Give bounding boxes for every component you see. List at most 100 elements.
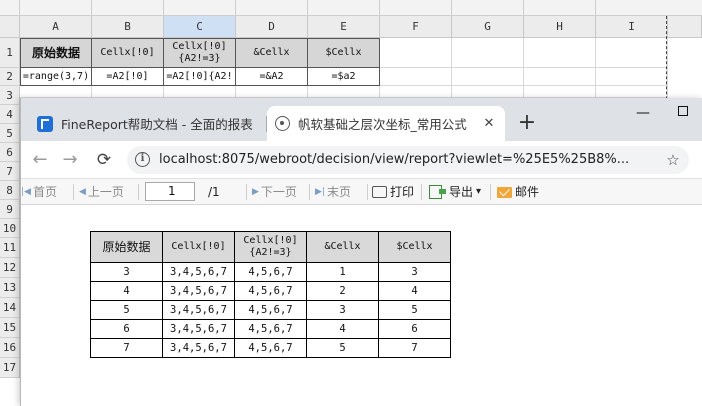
next-page-icon: ▶ — [252, 187, 259, 197]
row-header[interactable]: 16 — [0, 338, 20, 358]
prev-page-icon: ◀ — [79, 187, 86, 197]
finereport-icon — [37, 115, 53, 132]
cell-d2[interactable]: =&A2 — [236, 68, 308, 86]
tab-title: FineReport帮助文档 - 全面的报表 — [61, 117, 253, 132]
column-header-partial[interactable] — [668, 16, 702, 38]
column-header[interactable]: A — [20, 16, 92, 38]
column-header[interactable]: G — [452, 16, 524, 38]
email-button[interactable]: 邮件 — [497, 182, 539, 202]
grid-cell[interactable] — [380, 68, 452, 86]
prev-page-button[interactable]: ◀ 上一页 — [79, 182, 124, 202]
grid-cell[interactable] — [452, 38, 524, 68]
bookmark-star-icon[interactable]: ☆ — [663, 150, 683, 170]
maximize-button[interactable] — [663, 98, 702, 128]
forward-arrow-icon[interactable]: → — [59, 149, 81, 171]
table-cell: 3,4,5,6,7 — [162, 262, 235, 282]
mail-icon — [497, 186, 512, 198]
grid-cell[interactable] — [596, 38, 668, 68]
row-header[interactable]: 7 — [0, 162, 20, 181]
report-viewport: 原始数据 Cellx[!0] Cellx[!0] {A2!=3} &Cellx … — [21, 205, 702, 406]
row-header[interactable]: 12 — [0, 258, 20, 278]
print-label: 打印 — [390, 185, 415, 199]
table-row: 4 3,4,5,6,7 4,5,6,7 2 4 — [90, 281, 451, 301]
table-cell: 4,5,6,7 — [234, 338, 307, 358]
row-header[interactable]: 13 — [0, 278, 20, 298]
table-row: 3 3,4,5,6,7 4,5,6,7 1 3 — [90, 262, 451, 282]
site-info-icon[interactable]: i — [135, 152, 150, 167]
address-bar[interactable]: i localhost:8075/webroot/decision/view/r… — [127, 146, 689, 174]
row-header[interactable]: 11 — [0, 238, 20, 258]
grid-cell[interactable] — [524, 68, 596, 86]
table-cell: 5 — [306, 338, 379, 358]
header-cellx-index: &Cellx — [306, 231, 379, 263]
sheet-corner[interactable] — [0, 16, 20, 38]
row-header[interactable]: 9 — [0, 200, 20, 219]
export-label: 导出 — [449, 185, 474, 199]
table-cell: 3,4,5,6,7 — [162, 281, 235, 301]
grid-cell[interactable] — [236, 86, 308, 98]
cell-e2[interactable]: =$a2 — [308, 68, 380, 86]
first-page-button[interactable]: |◀ 首页 — [21, 182, 57, 202]
cell-b2[interactable]: =A2[!0] — [92, 68, 164, 86]
grid-cell[interactable] — [524, 86, 596, 98]
cell-e1[interactable]: $Cellx — [308, 38, 380, 68]
address-url[interactable]: localhost:8075/webroot/decision/view/rep… — [159, 146, 649, 174]
column-header[interactable]: E — [308, 16, 380, 38]
table-cell: 6 — [90, 319, 163, 339]
total-pages: /1 — [208, 185, 220, 199]
grid-cell[interactable] — [308, 86, 380, 98]
cell-c1[interactable]: Cellx[!0]{A2!=3} — [164, 38, 236, 68]
row-header[interactable]: 4 — [0, 105, 20, 124]
grid-cell[interactable] — [380, 86, 452, 98]
row-header[interactable]: 14 — [0, 298, 20, 318]
row-header[interactable]: 1 — [0, 38, 20, 68]
maximize-icon — [678, 106, 688, 116]
cell-c2[interactable]: =A2[!0]{A2! — [164, 68, 236, 86]
row-header[interactable]: 3 — [0, 86, 20, 105]
grid-cell[interactable] — [452, 68, 524, 86]
grid-cell[interactable] — [164, 86, 236, 98]
first-page-label: 首页 — [32, 185, 57, 199]
back-arrow-icon[interactable]: ← — [29, 149, 51, 171]
cell-a1[interactable]: 原始数据 — [20, 38, 92, 68]
row-header[interactable]: 6 — [0, 143, 20, 162]
grid-cell[interactable] — [524, 38, 596, 68]
printer-icon — [372, 186, 387, 198]
print-button[interactable]: 打印 — [372, 182, 414, 202]
row-header[interactable]: 15 — [0, 318, 20, 338]
toolbar-separator — [490, 184, 491, 200]
tab-report-active[interactable]: 帆软基础之层次坐标_常用公式 ✕ — [267, 106, 505, 141]
prev-page-label: 上一页 — [87, 185, 124, 199]
column-header-selected[interactable]: C — [164, 16, 236, 38]
next-page-button[interactable]: ▶ 下一页 — [252, 182, 297, 202]
close-tab-icon[interactable]: ✕ — [481, 116, 497, 131]
toolbar-separator — [246, 184, 247, 200]
grid-cell[interactable] — [452, 86, 524, 98]
page-number-input[interactable]: 1 — [145, 182, 195, 201]
column-header[interactable]: I — [596, 16, 668, 38]
column-header[interactable]: F — [380, 16, 452, 38]
tab-finereport-docs[interactable]: FineReport帮助文档 - 全面的报表 — [29, 106, 275, 141]
grid-cell[interactable] — [596, 86, 668, 98]
grid-cell[interactable] — [92, 86, 164, 98]
grid-cell[interactable] — [380, 38, 452, 68]
grid-cell[interactable] — [596, 68, 668, 86]
export-button[interactable]: 导出 ▾ — [429, 182, 481, 202]
last-page-button[interactable]: ▶| 末页 — [315, 182, 351, 202]
cell-a2[interactable]: =range(3,7) — [20, 68, 92, 86]
column-header[interactable]: D — [236, 16, 308, 38]
reload-icon[interactable]: ⟳ — [93, 149, 115, 171]
chevron-down-icon: ▾ — [476, 186, 482, 197]
cell-d1[interactable]: &Cellx — [236, 38, 308, 68]
column-header[interactable]: B — [92, 16, 164, 38]
minimize-button[interactable]: — — [623, 98, 663, 128]
row-header[interactable]: 2 — [0, 68, 20, 86]
new-tab-button[interactable]: + — [515, 112, 539, 136]
column-header[interactable]: H — [524, 16, 596, 38]
grid-cell[interactable] — [20, 86, 92, 98]
row-header[interactable]: 17 — [0, 358, 20, 378]
row-header[interactable]: 10 — [0, 219, 20, 238]
row-header[interactable]: 8 — [0, 181, 20, 200]
row-header[interactable]: 5 — [0, 124, 20, 143]
cell-b1[interactable]: Cellx[!0] — [92, 38, 164, 68]
